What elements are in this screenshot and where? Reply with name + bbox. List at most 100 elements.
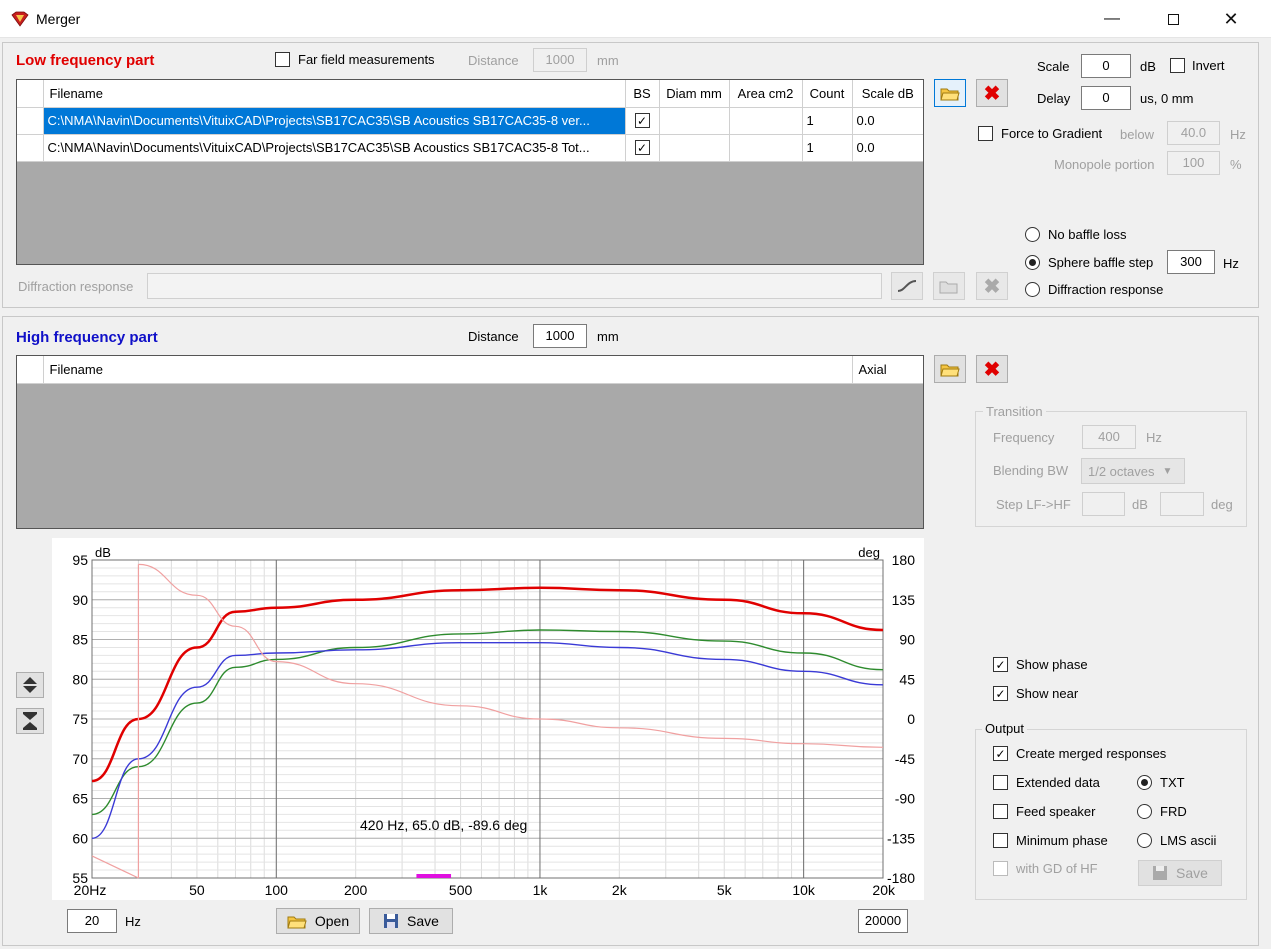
col-filename[interactable]: Filename [43,80,626,108]
hf-remove-button[interactable]: ✖ [976,355,1008,383]
xmin-input[interactable]: 20 [67,909,117,933]
monopole-input[interactable]: 100 [1167,151,1220,175]
far-field-checkbox[interactable]: Far field measurements [275,52,435,67]
radio-lms[interactable]: LMS ascii [1137,833,1216,848]
feed-speaker-checkbox[interactable]: Feed speaker [993,804,1096,819]
force-gradient-check[interactable] [978,126,993,141]
radio-circle[interactable] [1025,227,1040,242]
row-scale[interactable]: 0.0 [852,107,923,135]
lf-open-button[interactable] [934,79,966,107]
scale-input[interactable]: 0 [1081,54,1131,78]
show-near-check[interactable]: ✓ [993,686,1008,701]
row-bs[interactable]: ✓ [625,107,660,135]
diffraction-remove-button[interactable]: ✖ [976,272,1008,300]
table-row[interactable]: C:\NMA\Navin\Documents\VituixCAD\Project… [17,134,923,162]
radio-no-baffle[interactable]: No baffle loss [1025,227,1127,242]
minimize-button[interactable]: — [1089,0,1135,38]
radio-circle[interactable] [1025,255,1040,270]
with-gd-checkbox[interactable]: with GD of HF [993,861,1098,876]
step-db-input[interactable] [1082,492,1125,516]
bs-checkbox[interactable]: ✓ [634,140,650,156]
maximize-button[interactable] [1150,0,1196,38]
feed-speaker-check[interactable] [993,804,1008,819]
blending-bw-select[interactable]: 1/2 octaves ▼ [1081,458,1185,484]
invert-check[interactable] [1170,58,1185,73]
row-area[interactable] [729,107,803,135]
col-area[interactable]: Area cm2 [729,80,803,108]
force-gradient-label: Force to Gradient [1001,126,1103,141]
radio-txt[interactable]: TXT [1137,775,1185,790]
below-input[interactable]: 40.0 [1167,121,1220,145]
col-filename[interactable]: Filename [43,356,853,384]
minimum-phase-checkbox[interactable]: Minimum phase [993,833,1108,848]
row-scale[interactable]: 0.0 [852,134,923,162]
show-near-checkbox[interactable]: ✓ Show near [993,686,1078,701]
row-diam[interactable] [659,107,730,135]
with-gd-check[interactable] [993,861,1008,876]
baffle-step-input[interactable]: 300 [1167,250,1215,274]
show-phase-checkbox[interactable]: ✓ Show phase [993,657,1088,672]
output-title: Output [982,721,1028,736]
lf-distance-input[interactable]: 1000 [533,48,587,72]
row-count[interactable]: 1 [802,107,853,135]
radio-sphere-baffle[interactable]: Sphere baffle step [1025,255,1153,270]
transition-frequency-input[interactable]: 400 [1082,425,1136,449]
diffraction-open-button[interactable] [933,272,965,300]
col-axial[interactable]: Axial [852,356,923,384]
radio-label: FRD [1160,804,1187,819]
col-diam[interactable]: Diam mm [659,80,730,108]
invert-checkbox[interactable]: Invert [1170,58,1225,73]
blending-bw-value: 1/2 octaves [1088,463,1155,479]
show-phase-check[interactable]: ✓ [993,657,1008,672]
row-filename[interactable]: C:\NMA\Navin\Documents\VituixCAD\Project… [43,134,626,162]
hf-distance-unit: mm [597,329,619,344]
lf-file-grid[interactable]: Filename BS Diam mm Area cm2 Count Scale… [16,79,924,265]
chevron-down-icon: ▼ [1162,465,1173,477]
radio-circle[interactable] [1137,833,1152,848]
create-merged-checkbox[interactable]: ✓ Create merged responses [993,746,1166,761]
row-bs[interactable]: ✓ [625,134,660,162]
radio-circle[interactable] [1137,804,1152,819]
table-row[interactable]: C:\NMA\Navin\Documents\VituixCAD\Project… [17,107,923,135]
delay-input[interactable]: 0 [1081,86,1131,110]
output-save-button[interactable]: Save [1138,860,1222,886]
diffraction-curve-button[interactable] [891,272,923,300]
extended-data-check[interactable] [993,775,1008,790]
diffraction-file-field[interactable] [147,273,882,299]
row-area[interactable] [729,134,803,162]
chart-open-button[interactable]: Open [276,908,360,934]
col-bs[interactable]: BS [625,80,660,108]
extended-data-label: Extended data [1016,775,1100,790]
row-filename[interactable]: C:\NMA\Navin\Documents\VituixCAD\Project… [43,107,626,135]
minimum-phase-check[interactable] [993,833,1008,848]
hf-file-grid[interactable]: Filename Axial [16,355,924,529]
force-gradient-checkbox[interactable]: Force to Gradient [978,126,1102,141]
row-header[interactable] [17,107,44,135]
diffraction-label: Diffraction response [18,279,134,294]
create-merged-check[interactable]: ✓ [993,746,1008,761]
hf-distance-input[interactable]: 1000 [533,324,587,348]
response-chart[interactable]: 95908580757065605518013590450-45-90-135-… [52,538,924,900]
radio-diffraction[interactable]: Diffraction response [1025,282,1163,297]
radio-circle[interactable] [1137,775,1152,790]
hf-title: High frequency part [16,329,158,346]
chart-save-button[interactable]: Save [369,908,453,934]
xmax-input[interactable]: 20000 [858,909,908,933]
zoom-y-shrink-button[interactable] [16,708,44,734]
x-tick-label: 50 [189,882,205,898]
lf-remove-button[interactable]: ✖ [976,79,1008,107]
row-diam[interactable] [659,134,730,162]
bs-checkbox[interactable]: ✓ [634,113,650,129]
extended-data-checkbox[interactable]: Extended data [993,775,1100,790]
col-count[interactable]: Count [802,80,853,108]
radio-frd[interactable]: FRD [1137,804,1187,819]
row-header[interactable] [17,134,44,162]
radio-circle[interactable] [1025,282,1040,297]
step-deg-input[interactable] [1160,492,1204,516]
col-scale[interactable]: Scale dB [852,80,923,108]
close-button[interactable]: ✕ [1208,0,1254,38]
row-count[interactable]: 1 [802,134,853,162]
zoom-y-expand-button[interactable] [16,672,44,698]
hf-open-button[interactable] [934,355,966,383]
far-field-check[interactable] [275,52,290,67]
